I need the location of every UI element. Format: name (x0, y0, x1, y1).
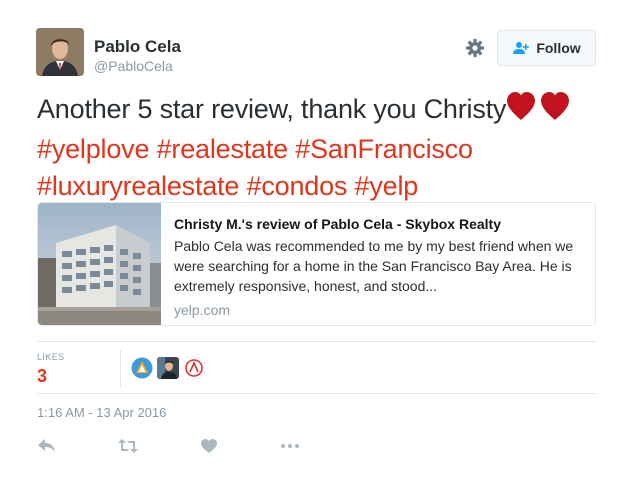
likes-count[interactable]: 3 (37, 366, 47, 387)
retweet-icon (118, 439, 138, 453)
tweet-lead-text: Another 5 star review, thank you Christy (37, 94, 507, 124)
heart-emoji-icon (506, 91, 570, 131)
follow-button[interactable]: Follow (497, 30, 596, 66)
hashtag-link[interactable]: #yelplove (37, 134, 149, 164)
divider (37, 393, 596, 394)
reply-button[interactable] (37, 436, 57, 456)
hashtag-link[interactable]: #luxuryrealestate (37, 171, 239, 201)
likes-label[interactable]: LIKES (37, 352, 65, 362)
retweet-button[interactable] (118, 436, 138, 456)
gear-icon[interactable] (465, 38, 485, 58)
card-domain: yelp.com (174, 302, 231, 318)
hashtag-link[interactable]: #realestate (157, 134, 289, 164)
heart-icon (201, 439, 217, 453)
author-avatar[interactable] (36, 28, 84, 76)
tweet-card: Pablo Cela @PabloCela Follow Another 5 s… (0, 0, 635, 486)
tweet-timestamp[interactable]: 1:16 AM - 13 Apr 2016 (37, 405, 166, 420)
card-thumbnail-image (38, 203, 161, 325)
card-body: Christy M.'s review of Pablo Cela - Skyb… (161, 203, 595, 325)
follow-label: Follow (536, 40, 581, 56)
card-title[interactable]: Christy M.'s review of Pablo Cela - Skyb… (174, 215, 595, 233)
divider (37, 341, 596, 342)
add-user-icon (513, 42, 530, 54)
more-button[interactable] (280, 436, 300, 456)
link-preview-card[interactable]: Christy M.'s review of Pablo Cela - Skyb… (37, 202, 596, 326)
hashtag-link[interactable]: #condos (247, 171, 348, 201)
tweet-text: Another 5 star review, thank you Christy… (37, 91, 607, 205)
reply-icon (38, 439, 55, 452)
hashtag-link[interactable]: #SanFrancisco (295, 134, 473, 164)
author-handle[interactable]: @PabloCela (94, 58, 173, 74)
liker-avatar[interactable] (131, 357, 153, 379)
hashtag-link[interactable]: #yelp (355, 171, 419, 201)
more-icon (281, 444, 299, 448)
author-name[interactable]: Pablo Cela (94, 37, 181, 57)
like-button[interactable] (199, 436, 219, 456)
card-description: Pablo Cela was recommended to me by my b… (174, 238, 574, 294)
stats-separator (120, 350, 121, 388)
tweet-actions (37, 436, 361, 456)
liker-avatar[interactable] (183, 357, 205, 379)
liker-avatar[interactable] (157, 357, 179, 379)
likers-avatars (131, 357, 205, 379)
